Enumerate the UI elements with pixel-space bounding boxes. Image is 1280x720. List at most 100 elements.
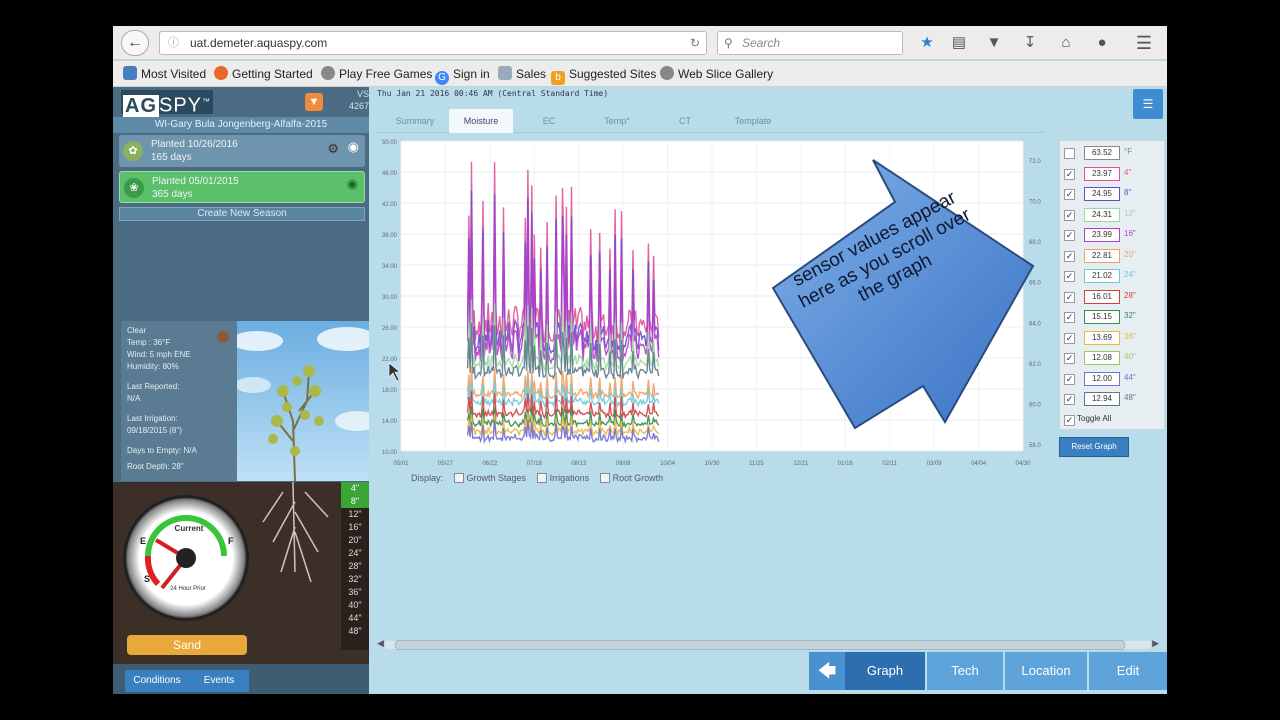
alert-badge-icon[interactable]: ▼ [305, 93, 323, 111]
probe-id: VS 4267 [348, 89, 369, 111]
legend-checkbox[interactable]: ✓ [1064, 291, 1075, 303]
legend-checkbox[interactable]: ✓ [1064, 373, 1075, 385]
legend-checkbox[interactable] [1064, 148, 1075, 159]
tab-ec[interactable]: EC [517, 109, 581, 133]
leaf-icon: ✿ [123, 141, 143, 161]
bookmark-getting-started[interactable]: Getting Started [214, 66, 313, 82]
google-icon: G [435, 71, 449, 85]
weather-panel: Clear Temp : 36°F Wind: 5 mph ENE Humidi… [121, 321, 237, 481]
toggle-all[interactable]: ✓ Toggle All [1064, 413, 1111, 426]
back-arrow-icon[interactable]: ← [121, 30, 149, 56]
browser-window: ← ⓘ uat.demeter.aquaspy.com ↻ ⚲ Search ★… [113, 26, 1167, 694]
irrigations-checkbox[interactable] [536, 473, 547, 483]
browser-search-input[interactable]: ⚲ Search [717, 31, 903, 55]
tab-template[interactable]: Template [721, 109, 785, 133]
toggle-all-checkbox[interactable]: ✓ [1064, 415, 1075, 426]
bookmark-icon [123, 66, 137, 80]
sensor-depth: 32" [1124, 311, 1136, 320]
bookmark-most-visited[interactable]: Most Visited [123, 66, 206, 82]
sidebar-tabs: Conditions Events [113, 664, 369, 694]
depth-label: 16" [348, 522, 362, 532]
legend-checkbox[interactable]: ✓ [1064, 168, 1075, 180]
bookmark-sales[interactable]: Sales [498, 66, 546, 82]
legend-checkbox[interactable]: ✓ [1064, 209, 1075, 221]
home-icon[interactable]: ⌂ [1054, 31, 1078, 55]
sensor-depth: 36" [1124, 331, 1136, 341]
sensor-value: 12.08 [1084, 351, 1120, 365]
depth-label: 40" [348, 600, 362, 610]
legend-checkbox[interactable]: ✓ [1064, 230, 1075, 241]
chat-icon[interactable]: ● [1090, 31, 1114, 55]
clipboard-icon[interactable]: ▤ [947, 31, 971, 55]
x-tick-label: 09/08 [616, 461, 632, 467]
tab-moisture[interactable]: Moisture [449, 109, 513, 133]
y-tick-label: 34.00 [382, 264, 398, 270]
legend-checkbox[interactable]: ✓ [1064, 332, 1075, 344]
create-new-season-button[interactable]: Create New Season [119, 207, 365, 221]
root-growth-checkbox[interactable] [599, 473, 610, 483]
reload-icon[interactable]: ↻ [690, 32, 700, 54]
legend-checkbox[interactable]: ✓ [1064, 353, 1075, 364]
y-tick-label: 18.00 [382, 388, 398, 394]
gear-icon[interactable]: ⚙ [327, 142, 339, 155]
depth-label: 36" [348, 587, 362, 597]
nav-tech[interactable]: Tech [927, 652, 1003, 690]
display-label: Display: [411, 473, 444, 483]
map-pin-icon[interactable]: ◉ [347, 177, 358, 190]
sensor-depth: °F [1124, 147, 1133, 156]
back-arrow-button[interactable]: 🡄 [809, 652, 845, 690]
tab-summary[interactable]: Summary [383, 109, 447, 133]
sensor-depth: 24" [1124, 270, 1136, 279]
bookmark-web-slice-gallery[interactable]: Web Slice Gallery [660, 66, 773, 82]
reset-graph-button[interactable]: Reset Graph [1059, 437, 1129, 457]
graph-tabs: Summary Moisture EC Temp° CT Template [377, 109, 1045, 133]
season-item-1[interactable]: ✿ Planted 10/26/2016 165 days ⚙ ◉ [119, 135, 365, 167]
crop-illustration [231, 321, 379, 482]
nav-graph[interactable]: Graph [845, 652, 925, 690]
irrigations-label: Irrigations [549, 473, 590, 483]
sensor-value: 16.01 [1084, 289, 1120, 304]
y-tick-label: 30.00 [382, 295, 398, 301]
url-input[interactable]: ⓘ uat.demeter.aquaspy.com ↻ [159, 31, 707, 55]
horizontal-scrollbar[interactable]: ◀ ▶ [377, 637, 1159, 651]
magnifier-icon: ⚲ [724, 36, 733, 50]
nav-location[interactable]: Location [1005, 652, 1087, 690]
depth-label: 4" [341, 482, 369, 495]
map-pin-icon[interactable]: ◉ [348, 140, 359, 153]
weather-icon [217, 331, 229, 343]
sensor-value: 24.95 [1084, 187, 1120, 201]
tab-temp[interactable]: Temp° [585, 109, 649, 133]
hamburger-menu-icon[interactable]: ☰ [1132, 31, 1156, 55]
globe-icon [660, 66, 674, 80]
scroll-left-icon[interactable]: ◀ [377, 638, 384, 649]
x-tick-label: 01/16 [838, 461, 854, 467]
legend-checkbox[interactable]: ✓ [1064, 394, 1075, 405]
x-tick-label: 04/30 [1015, 461, 1031, 467]
bookmark-play-free-games[interactable]: Play Free Games [321, 66, 432, 82]
bookmark-suggested-sites[interactable]: b Suggested Sites [551, 66, 656, 85]
gauge-label: Current [174, 524, 204, 533]
growth-stages-checkbox[interactable] [453, 473, 464, 483]
download-icon[interactable]: ↧ [1018, 31, 1042, 55]
depth-label: 28" [348, 561, 362, 571]
legend-checkbox[interactable]: ✓ [1064, 189, 1075, 200]
tab-ct[interactable]: CT [653, 109, 717, 133]
bookmark-sign-in[interactable]: G Sign in [435, 66, 490, 85]
url-text: uat.demeter.aquaspy.com [190, 36, 328, 50]
pocket-icon[interactable]: ▼ [982, 31, 1006, 55]
scroll-thumb[interactable] [395, 640, 1125, 650]
scroll-right-icon[interactable]: ▶ [1152, 638, 1159, 649]
sensor-depth: 48" [1124, 393, 1136, 402]
legend-checkbox[interactable]: ✓ [1064, 271, 1075, 282]
tab-events[interactable]: Events [189, 670, 249, 692]
sensor-value: 24.31 [1084, 207, 1120, 222]
legend-checkbox[interactable]: ✓ [1064, 250, 1075, 262]
tab-conditions[interactable]: Conditions [125, 670, 189, 692]
nav-edit[interactable]: Edit [1089, 652, 1167, 690]
y-tick-label: 26.00 [382, 326, 398, 332]
legend-checkbox[interactable]: ✓ [1064, 312, 1075, 323]
season-item-2[interactable]: ❀ Planted 05/01/2015 365 days ◉ [119, 171, 365, 203]
menu-button[interactable]: ☰ [1133, 89, 1163, 119]
bookmark-star-icon[interactable]: ★ [915, 31, 939, 55]
mouse-cursor-icon [388, 362, 401, 382]
